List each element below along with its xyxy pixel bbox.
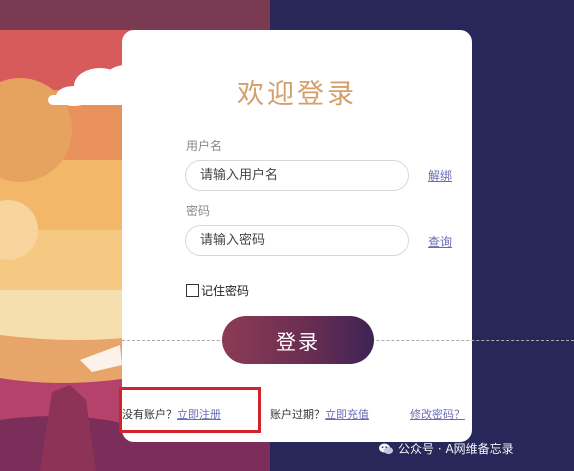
password-label: 密码	[186, 204, 211, 218]
watermark: 公众号 · A网维备忘录	[378, 440, 514, 457]
highlight-box	[119, 387, 261, 433]
login-button[interactable]: 登录	[222, 316, 374, 364]
page-title: 欢迎登录	[237, 79, 357, 110]
username-label: 用户名	[186, 139, 223, 153]
username-input[interactable]	[185, 160, 409, 191]
wechat-icon	[379, 443, 393, 454]
remember-label: 记住密码	[201, 284, 250, 298]
remember-password[interactable]: 记住密码	[186, 282, 249, 299]
remember-checkbox[interactable]	[186, 284, 199, 297]
login-card: 欢迎登录 用户名 解绑 密码 查询 记住密码	[122, 30, 472, 442]
change-password-row: 修改密码？	[410, 406, 465, 422]
expired-text: 账户过期？	[270, 408, 325, 421]
password-input[interactable]	[185, 225, 409, 256]
change-password-link[interactable]: 修改密码？	[410, 408, 465, 421]
query-link[interactable]: 查询	[428, 233, 452, 250]
watermark-text: 公众号 · A网维备忘录	[398, 442, 514, 456]
recharge-link[interactable]: 立即充值	[325, 408, 369, 421]
unbind-link[interactable]: 解绑	[428, 167, 452, 184]
recharge-row: 账户过期？立即充值	[270, 406, 369, 422]
